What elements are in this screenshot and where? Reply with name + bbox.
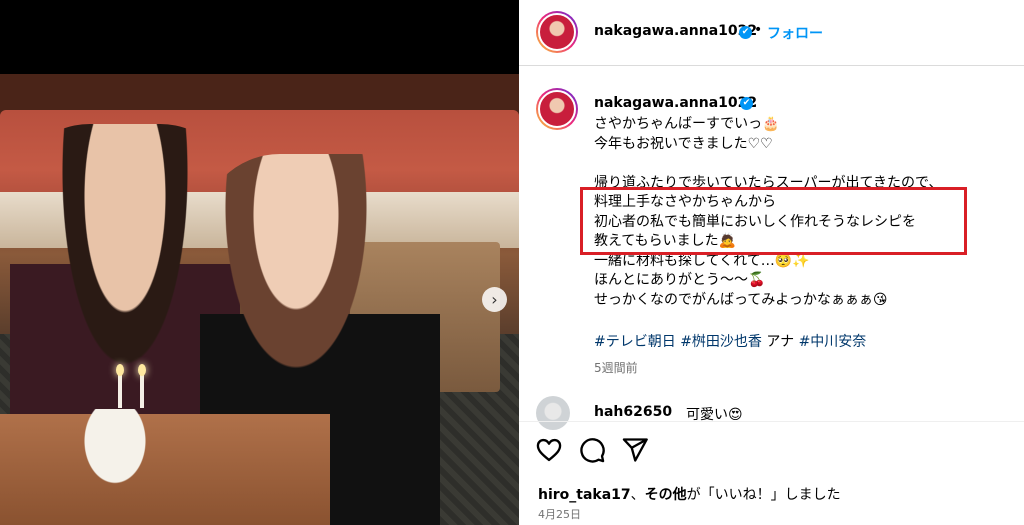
liker-username[interactable]: hiro_taka17 (538, 487, 631, 503)
comment-username[interactable]: hah62650 (594, 404, 672, 420)
avatar[interactable] (536, 11, 578, 53)
photo-flame (116, 364, 124, 376)
post-date[interactable]: 4月25日 (538, 506, 581, 522)
post-actions (535, 436, 649, 464)
comment-icon[interactable] (578, 436, 606, 464)
hashtag-link[interactable]: #中川安奈 (799, 334, 867, 350)
caption-avatar[interactable] (536, 88, 578, 130)
caption-timestamp[interactable]: 5週間前 (594, 359, 638, 376)
hashtag-link[interactable]: #桝田沙也香 (680, 334, 762, 350)
photo-candle (140, 372, 144, 408)
verified-icon: ✔ (739, 26, 752, 39)
post-photo (0, 74, 519, 525)
comment-avatar[interactable] (536, 396, 570, 430)
divider (519, 421, 1024, 422)
photo-dessert (80, 409, 150, 489)
photo-front-table (0, 414, 330, 525)
next-arrow-icon[interactable]: › (482, 287, 507, 312)
avatar-image (538, 90, 576, 128)
header-username[interactable]: nakagawa.anna1022 (594, 23, 757, 39)
post-header: nakagawa.anna1022 ✔ • フォロー (519, 0, 1024, 66)
post-side-panel: nakagawa.anna1022 ✔ • フォロー nakagawa.anna… (519, 0, 1024, 525)
follow-button[interactable]: フォロー (767, 23, 823, 43)
photo-candle (118, 372, 122, 408)
verified-icon: ✔ (740, 97, 753, 110)
share-icon[interactable] (621, 436, 649, 464)
heart-icon[interactable] (535, 436, 563, 464)
avatar-image (538, 13, 576, 51)
hashtag-link[interactable]: #テレビ朝日 (594, 334, 676, 350)
caption-plain-word: アナ (766, 334, 795, 350)
highlight-annotation-box (580, 187, 967, 255)
caption-trailing-dot: . (753, 94, 758, 110)
caption-username[interactable]: nakagawa.anna1022 (594, 95, 757, 111)
photo-flame (138, 364, 146, 376)
photo-wall (0, 74, 519, 114)
separator-dot: • (754, 22, 763, 38)
likes-others-link[interactable]: その他 (645, 487, 687, 503)
post-media: › (0, 0, 519, 525)
likes-separator: 、 (630, 487, 645, 503)
caption-hashtags: #テレビ朝日 #桝田沙也香 アナ #中川安奈 (594, 331, 866, 351)
likes-summary: hiro_taka17、その他が「いいね！」しました (538, 484, 841, 504)
likes-suffix: が「いいね！」しました (686, 487, 841, 503)
